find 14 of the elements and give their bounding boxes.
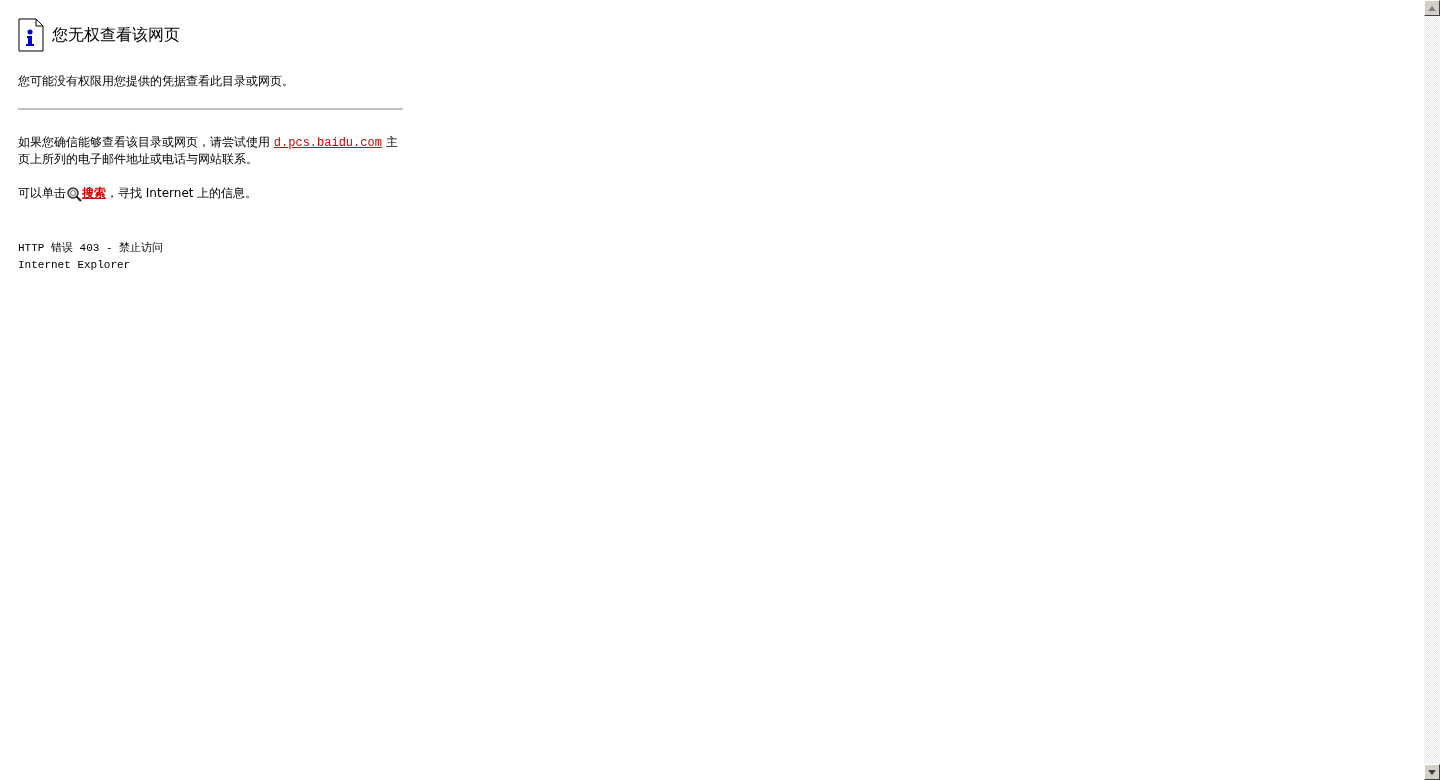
search-link[interactable]: 搜索: [82, 186, 106, 200]
error-code: HTTP 错误 403 - 禁止访问: [18, 241, 165, 256]
search-sentence: 可以单击 搜索，寻找 Internet 上的信息。: [18, 185, 259, 202]
subtitle: 您可能没有权限用您提供的凭据查看此目录或网页。: [18, 73, 295, 90]
page-title: 您无权查看该网页: [52, 24, 180, 46]
contact-paragraph: 如果您确信能够查看该目录或网页，请尝试使用 d.pcs.baidu.com 主页上所列的电子邮件地址或电话与网站联系。: [18, 134, 399, 167]
browser-name: Internet Explorer: [18, 258, 132, 273]
magnifier-icon: [66, 186, 82, 202]
info-document-icon: [18, 18, 44, 52]
site-link[interactable]: d.pcs.baidu.com: [273, 136, 382, 150]
up-arrow-icon: [1428, 5, 1436, 11]
scroll-up-button[interactable]: [1424, 0, 1440, 16]
scroll-down-button[interactable]: [1424, 764, 1440, 780]
down-arrow-icon: [1428, 769, 1436, 775]
